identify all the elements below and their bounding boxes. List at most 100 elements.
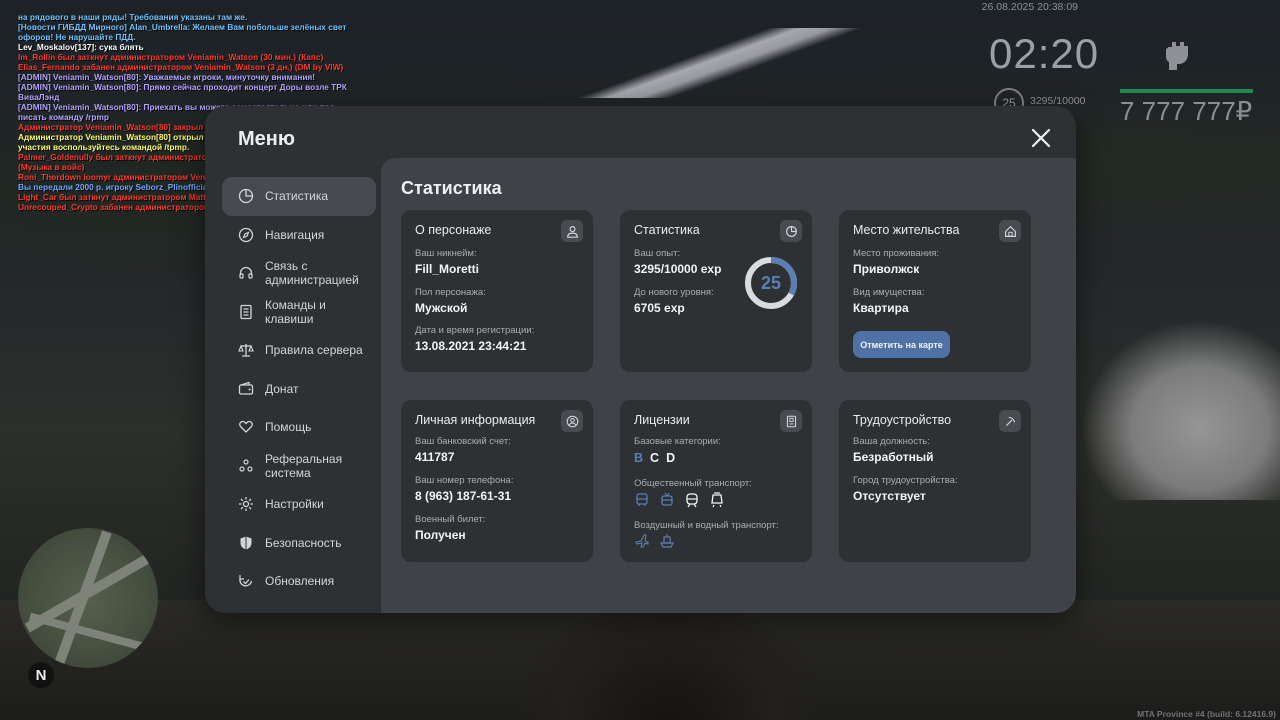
nav-item-2[interactable]: Связь с администрацией (222, 254, 376, 293)
nav-item-label: Обновления (265, 574, 335, 589)
gender-label: Пол персонажа: (415, 287, 486, 298)
military-value: Получен (415, 528, 466, 542)
nav-item-label: Команды и клавиши (265, 297, 326, 326)
close-icon (1031, 128, 1051, 148)
public-transport-icons (634, 492, 734, 508)
minimap (18, 528, 158, 668)
train-icon (684, 492, 700, 508)
compass-icon (238, 227, 254, 243)
plane-icon (634, 533, 650, 549)
gear-icon (238, 496, 254, 512)
license-category: C (650, 451, 660, 465)
bank-value: 411787 (415, 450, 455, 464)
boat-icon (659, 533, 675, 549)
level-number: 25 (760, 272, 782, 293)
position-value: Безработный (853, 450, 934, 464)
chat-line: офоров! Не нарушайте ПДД. (18, 32, 136, 42)
card-title: О персонаже (415, 223, 492, 237)
nav-item-10[interactable]: Обновления (222, 562, 376, 601)
nav-item-label: Настройки (265, 497, 324, 512)
chat-line: Lev_Moskalov[137]: сука блять (18, 42, 144, 52)
place-label: Место проживания: (853, 248, 940, 259)
nickname-value: Fill_Moretti (415, 262, 480, 276)
content-title: Статистика (401, 178, 502, 198)
phone-label: Ваш номер телефона: (415, 475, 514, 486)
nav-item-5[interactable]: Донат (222, 370, 376, 409)
card-stats: Статистика Ваш опыт: 3295/10000 exp До н… (620, 210, 812, 372)
menu-nav: Статистика Навигация Связь с администрацие… (222, 177, 376, 601)
nav-item-7[interactable]: Реферальная система (222, 447, 376, 486)
chat-line: [ADMIN] Veniamin_Watson[80]: Прямо сейча… (18, 82, 347, 92)
chat-line: Im_Rollin был заткнут администратором Ve… (18, 52, 324, 62)
military-label: Военный билет: (415, 514, 486, 525)
registration-value: 13.08.2021 23:44:21 (415, 339, 527, 353)
people-icon (238, 458, 254, 474)
nav-item-8[interactable]: Настройки (222, 485, 376, 524)
menu-window: Меню Статистика Навигация Связь с админист… (205, 106, 1076, 613)
card-title: Место жительства (853, 223, 960, 237)
next-level-value: 6705 exp (634, 301, 685, 315)
registration-label: Дата и время регистрации: (415, 325, 535, 336)
card-title: Статистика (634, 223, 700, 237)
hud-clock: 02:20 (989, 30, 1100, 77)
nav-item-label: Донат (265, 381, 299, 396)
nav-item-3[interactable]: Команды и клавиши (222, 293, 376, 332)
nav-item-label: Статистика (265, 189, 329, 204)
nav-item-label: Безопасность (265, 535, 342, 550)
card-title: Трудоустройство (853, 413, 952, 427)
chat-line: на рядового в наши ряды! Требования указ… (18, 12, 248, 22)
trolleybus-icon (659, 492, 675, 508)
chart-pie-icon (238, 188, 254, 204)
nav-item-4[interactable]: Правила сервера (222, 331, 376, 370)
license-category: B (634, 451, 644, 465)
nav-item-label: Навигация (265, 227, 325, 242)
base-categories-label: Базовые категории: (634, 436, 721, 447)
card-employment: Трудоустройство Ваша должность: Безработ… (839, 400, 1031, 562)
hud-health-bar (1120, 89, 1253, 93)
list-icon (238, 304, 254, 320)
card-personal-info: Личная информация Ваш банковский счет: 4… (401, 400, 593, 562)
nav-item-1[interactable]: Навигация (222, 216, 376, 255)
user-circle-icon (561, 410, 583, 432)
property-value: Квартира (853, 301, 909, 315)
phone-value: 8 (963) 187-61-31 (415, 489, 512, 503)
hud-money: 7 777 777₽ (1120, 96, 1253, 126)
nav-item-label: Помощь (265, 420, 312, 435)
place-value: Приволжск (853, 262, 920, 276)
license-category: D (666, 451, 676, 465)
pickaxe-icon (999, 410, 1021, 432)
license-categories: BCD (634, 451, 682, 465)
headset-icon (238, 265, 254, 281)
gender-value: Мужской (415, 301, 468, 315)
nav-item-9[interactable]: Безопасность (222, 524, 376, 563)
card-personal: О персонаже Ваш никнейм: Fill_Moretti По… (401, 210, 593, 372)
property-label: Вид имущества: (853, 287, 925, 298)
build-info: MTA Province #4 (build: 6.12416.9) (1137, 709, 1276, 719)
content-panel: Статистика О персонаже Ваш никнейм: Fill… (381, 158, 1076, 613)
nav-item-6[interactable]: Помощь (222, 408, 376, 447)
exp-label: Ваш опыт: (634, 248, 681, 259)
bank-label: Ваш банковский счет: (415, 436, 511, 447)
wallet-icon (238, 381, 254, 397)
chat-line: Elias_Fernando забанен администратором V… (18, 62, 344, 72)
next-level-label: До нового уровня: (634, 287, 714, 298)
nav-item-label: Связь с администрацией (265, 259, 359, 288)
chat-line: [ADMIN] Veniamin_Watson[80]: Уважаемые и… (18, 72, 316, 82)
compass-north-icon: N (28, 662, 54, 688)
background-car (1080, 320, 1280, 500)
fist-icon (1158, 33, 1198, 73)
nav-item-0[interactable]: Статистика (222, 177, 376, 216)
close-button[interactable] (1029, 126, 1053, 150)
home-icon (999, 220, 1021, 242)
mark-on-map-button[interactable]: Отметить на карте (853, 331, 950, 358)
nav-item-label: Реферальная система (265, 451, 343, 480)
user-icon (561, 220, 583, 242)
card-title: Лицензии (634, 413, 690, 427)
card-title: Личная информация (415, 413, 536, 427)
bus-icon (634, 492, 650, 508)
job-city-value: Отсутствует (853, 489, 926, 503)
heart-hands-icon (238, 419, 254, 435)
menu-title: Меню (238, 128, 295, 150)
card-licenses: Лицензии Базовые категории: BCD Обществе… (620, 400, 812, 562)
refresh-check-icon (238, 573, 254, 589)
